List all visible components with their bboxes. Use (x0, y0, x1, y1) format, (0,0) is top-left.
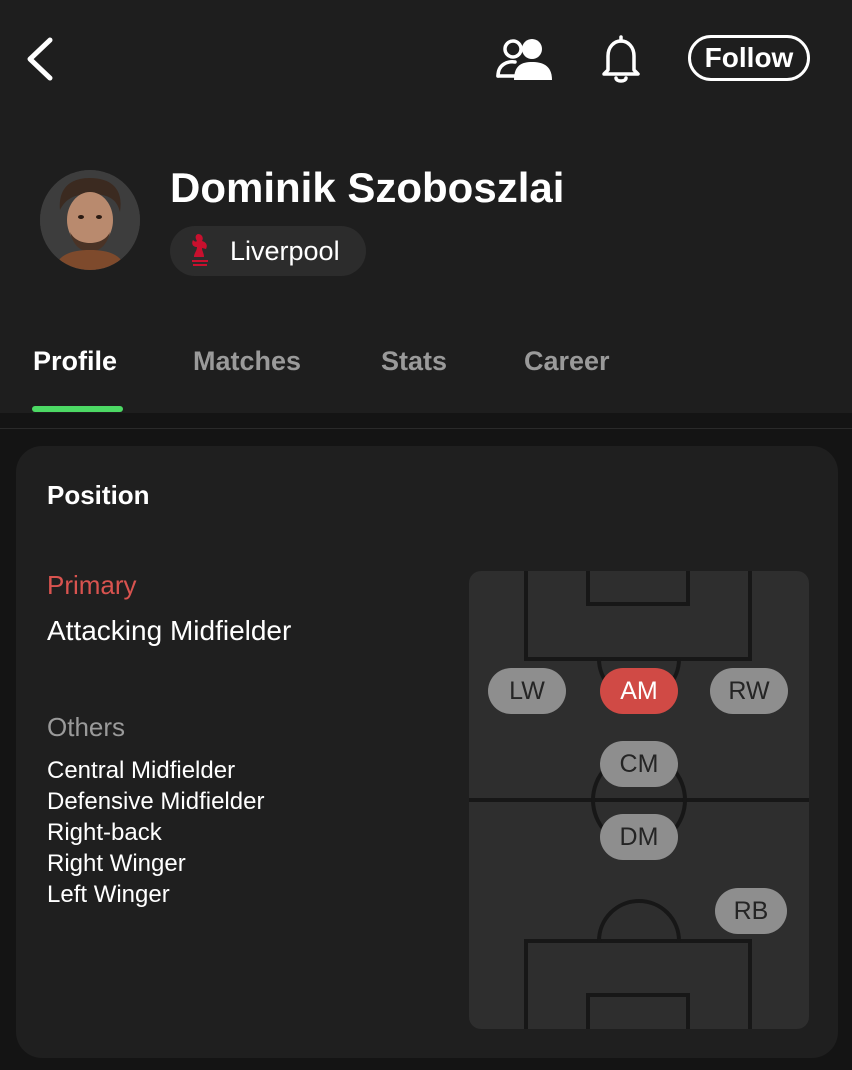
list-item: Right-back (47, 819, 162, 846)
list-item: Central Midfielder (47, 757, 236, 784)
header-divider (0, 428, 852, 429)
back-button[interactable] (22, 34, 62, 84)
position-chip-cm: CM (600, 741, 678, 787)
profile-tabs: Profile Matches Stats Career (0, 340, 852, 413)
bell-icon (602, 35, 640, 83)
back-icon (27, 37, 53, 81)
tab-profile[interactable]: Profile (33, 346, 117, 377)
position-chip-rb: RB (715, 888, 787, 934)
team-name: Liverpool (230, 235, 340, 266)
profile-header: Follow Dominik Szoboszlai Liverpool Prof… (0, 0, 852, 413)
others-label: Others (47, 712, 126, 742)
other-positions-list: Central Midfielder Defensive Midfielder … (47, 755, 264, 910)
active-tab-indicator (32, 406, 123, 412)
tab-matches[interactable]: Matches (193, 346, 301, 377)
primary-label: Primary (47, 570, 137, 600)
list-item: Left Winger (47, 881, 170, 908)
position-chip-lw: LW (488, 668, 566, 714)
position-chip-am: AM (600, 668, 678, 714)
notification-button[interactable] (596, 34, 646, 86)
friends-button[interactable] (494, 34, 554, 86)
player-name: Dominik Szoboszlai (170, 164, 565, 211)
pitch-lines (469, 571, 809, 1029)
team-chip[interactable]: Liverpool (170, 226, 366, 276)
follow-button[interactable]: Follow (688, 35, 810, 81)
list-item: Defensive Midfielder (47, 788, 265, 815)
list-item: Right Winger (47, 850, 186, 877)
pitch-diagram: LW AM RW CM DM RB (469, 571, 809, 1029)
position-chip-dm: DM (600, 814, 678, 860)
card-title: Position (47, 480, 150, 510)
player-avatar (40, 170, 140, 270)
position-card: Position Primary Attacking Midfielder Ot… (16, 446, 838, 1058)
primary-position: Attacking Midfielder (47, 615, 292, 646)
tab-career[interactable]: Career (524, 346, 610, 377)
tab-stats[interactable]: Stats (381, 346, 447, 377)
position-chip-rw: RW (710, 668, 788, 714)
friends-icon (496, 39, 552, 80)
club-crest-icon (192, 234, 208, 266)
